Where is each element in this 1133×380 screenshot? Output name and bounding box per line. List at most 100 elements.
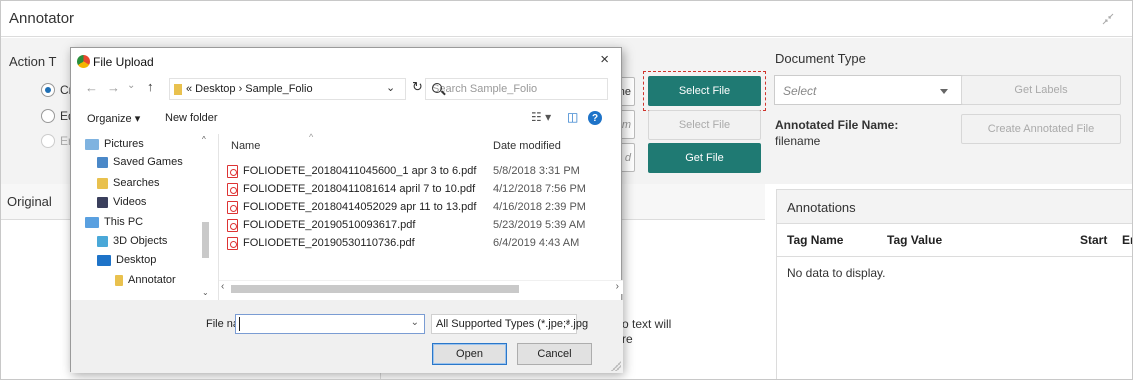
annotations-title: Annotations	[787, 200, 856, 215]
column-name[interactable]: Name	[231, 140, 260, 152]
nav-item-saved-games[interactable]: Saved Games	[97, 156, 183, 168]
file-name: FOLIODETE_20180414052029 apr 11 to 13.pd…	[243, 201, 477, 213]
scroll-thumb[interactable]	[231, 285, 519, 293]
middle-panel-text-2: re	[622, 332, 633, 346]
chevron-down-icon	[940, 89, 948, 94]
file-name: FOLIODETE_20190530110736.pdf	[243, 237, 415, 249]
search-input[interactable]: Search Sample_Folio	[425, 78, 608, 100]
close-icon[interactable]: ×	[600, 51, 609, 68]
file-type-select[interactable]: All Supported Types (*.jpe;*.jpg ⌄	[431, 314, 588, 334]
create-annotated-file-button[interactable]: Create Annotated File	[961, 114, 1121, 144]
annotations-header: Annotations	[777, 190, 1132, 224]
refresh-icon[interactable]: ↻	[412, 79, 423, 95]
pdf-icon	[227, 183, 238, 196]
nav-label: Saved Games	[113, 156, 183, 168]
up-arrow-icon[interactable]: ↑	[147, 79, 154, 94]
app-titlebar: Annotator	[1, 1, 1132, 37]
pdf-icon	[227, 165, 238, 178]
organize-menu[interactable]: Organize ▾	[87, 112, 140, 125]
search-icon	[432, 83, 442, 93]
folder-icon	[174, 84, 182, 95]
radio-disabled[interactable]	[41, 134, 55, 148]
nav-label: Pictures	[104, 138, 144, 150]
file-date: 5/8/2018 3:31 PM	[493, 165, 580, 177]
back-arrow-icon[interactable]: ←	[85, 80, 98, 95]
annotated-file-name-label: Annotated File Name:	[775, 118, 899, 132]
open-button[interactable]: Open	[432, 343, 507, 365]
column-start: Start	[1080, 233, 1108, 247]
horizontal-scrollbar[interactable]: ‹ ›	[219, 280, 623, 294]
nav-item-desktop[interactable]: Desktop	[97, 254, 156, 266]
view-options-icon[interactable]: ☷ ▾	[531, 110, 551, 124]
folder-icon	[115, 274, 123, 286]
computer-icon	[85, 216, 99, 228]
header-divider	[777, 256, 1132, 257]
nav-item-3d-objects[interactable]: 3D Objects	[97, 235, 167, 247]
get-labels-button[interactable]: Get Labels	[961, 75, 1121, 105]
sort-up-icon: ^	[309, 132, 314, 142]
browser-logo-icon	[77, 55, 90, 68]
preview-pane-icon[interactable]: ◫	[567, 110, 578, 124]
file-row[interactable]: FOLIODETE_20190530110736.pdf 6/4/2019 4:4…	[227, 235, 619, 253]
address-path: « Desktop › Sample_Folio	[186, 83, 313, 95]
radio-create[interactable]	[41, 83, 55, 97]
pictures-icon	[85, 138, 99, 150]
column-tag-value: Tag Value	[887, 233, 943, 247]
address-bar[interactable]: « Desktop › Sample_Folio ⌄	[169, 78, 406, 100]
nav-item-videos[interactable]: Videos	[97, 196, 146, 208]
nav-label: This PC	[104, 216, 144, 228]
chevron-down-icon[interactable]: ⌄	[386, 81, 395, 94]
videos-icon	[97, 196, 108, 208]
nav-label: Videos	[113, 196, 147, 208]
collapse-icon[interactable]	[1102, 13, 1114, 25]
nav-label: Searches	[113, 177, 160, 189]
resize-grip-icon[interactable]	[611, 361, 621, 371]
scroll-left-icon[interactable]: ‹	[221, 281, 224, 292]
file-row[interactable]: FOLIODETE_20190510093617.pdf 5/23/2019 5:…	[227, 217, 619, 235]
3d-objects-icon	[97, 235, 108, 247]
cancel-button[interactable]: Cancel	[517, 343, 592, 365]
help-icon[interactable]: ?	[588, 111, 602, 125]
pdf-icon	[227, 237, 238, 250]
scroll-right-icon[interactable]: ›	[616, 281, 619, 292]
file-name: FOLIODETE_20180411045600_1 apr 3 to 6.pd…	[243, 165, 477, 177]
original-panel-title: Original	[7, 194, 52, 209]
nav-item-pictures[interactable]: Pictures	[85, 138, 144, 150]
annotations-empty-message: No data to display.	[787, 266, 886, 280]
column-tag-name: Tag Name	[787, 233, 844, 247]
nav-scrollbar[interactable]: ^ ⌄	[199, 135, 213, 297]
file-upload-dialog: File Upload × ← → ⌄ ↑ « Desktop › Sample…	[70, 47, 623, 373]
chevron-down-icon[interactable]: ⌄	[411, 317, 419, 328]
file-row[interactable]: FOLIODETE_20180414052029 apr 11 to 13.pd…	[227, 199, 619, 217]
file-row[interactable]: FOLIODETE_20180411045600_1 apr 3 to 6.pd…	[227, 163, 619, 181]
select-file-button-disabled[interactable]: Select File	[648, 110, 761, 140]
annotated-file-name-value: filename	[775, 134, 821, 148]
radio-edit[interactable]	[41, 109, 55, 123]
annotator-app: Annotator Action T Cr Ed Er ne am d Sele…	[0, 0, 1133, 380]
document-type-value: Select	[783, 84, 817, 98]
app-title: Annotator	[9, 10, 75, 27]
document-type-select[interactable]: Select	[774, 75, 969, 105]
nav-label: Desktop	[116, 254, 157, 266]
forward-arrow-icon[interactable]: →	[107, 80, 120, 95]
nav-item-this-pc[interactable]: This PC	[85, 216, 143, 228]
nav-item-searches[interactable]: Searches	[97, 177, 159, 189]
file-name-input[interactable]: ⌄	[235, 314, 425, 334]
scroll-up-icon[interactable]: ^	[202, 135, 206, 144]
select-file-button[interactable]: Select File	[648, 76, 761, 106]
recent-chevron-icon[interactable]: ⌄	[127, 80, 135, 91]
searches-icon	[97, 177, 108, 189]
nav-item-annotator[interactable]: Annotator	[115, 274, 176, 286]
dialog-footer: File name: ⌄ All Supported Types (*.jpe;…	[71, 300, 623, 373]
search-placeholder: Search Sample_Folio	[432, 83, 538, 95]
new-folder-button[interactable]: New folder	[165, 112, 218, 124]
scroll-down-icon[interactable]: ⌄	[202, 288, 209, 297]
file-name: FOLIODETE_20180411081614 april 7 to 10.p…	[243, 183, 476, 195]
get-file-button[interactable]: Get File	[648, 143, 761, 173]
saved-games-icon	[97, 156, 108, 168]
text-caret	[239, 317, 240, 331]
scroll-thumb[interactable]	[202, 222, 209, 258]
file-date: 4/12/2018 7:56 PM	[493, 183, 586, 195]
column-date-modified[interactable]: Date modified	[493, 140, 561, 152]
file-row[interactable]: FOLIODETE_20180411081614 april 7 to 10.p…	[227, 181, 619, 199]
